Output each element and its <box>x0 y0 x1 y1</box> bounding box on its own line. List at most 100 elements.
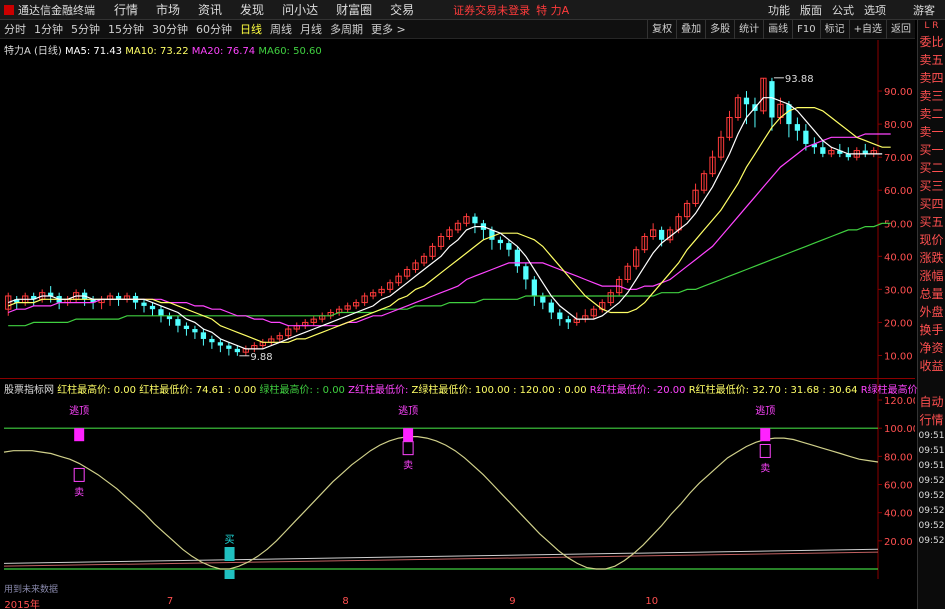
restore-rights-button[interactable]: 复权 <box>647 19 676 39</box>
candle-body-down <box>175 319 181 326</box>
indicator-info-bar: 股票指标网 红柱最高价: 0.00 红柱最低价: 74.61 : 0.00 绿柱… <box>4 381 918 396</box>
period-15min[interactable]: 15分钟 <box>104 21 148 37</box>
candle-body-down <box>820 147 826 154</box>
period-multi[interactable]: 多周期 <box>326 21 367 37</box>
formula-link[interactable]: 公式 <box>827 2 859 18</box>
side-bottom-tab-0[interactable]: 自动 <box>918 393 945 411</box>
date-label-2: 8 <box>342 596 349 607</box>
side-bottom-tab-1[interactable]: 行情 <box>918 411 945 429</box>
period-weekly[interactable]: 周线 <box>266 21 296 37</box>
back-button[interactable]: 返回 <box>886 19 915 39</box>
menu-quotes[interactable]: 行情 <box>105 1 147 18</box>
side-time-6: 09:52 <box>918 521 945 531</box>
draw-line-button[interactable]: 画线 <box>763 19 792 39</box>
overlay-button[interactable]: 叠加 <box>676 19 705 39</box>
layout-link[interactable]: 版面 <box>795 2 827 18</box>
candle-body-down <box>769 81 775 118</box>
options-link[interactable]: 选项 <box>859 2 891 18</box>
side-tab-11[interactable]: 现价 <box>918 231 945 249</box>
indicator-values: 红柱最高价: 0.00 红柱最低价: 74.61 : 0.00 绿柱最高价: :… <box>57 385 918 396</box>
price-chart-canvas[interactable]: 90.00 80.00 70.00 60.00 50.00 40.00 30.00 20.00… <box>0 40 915 378</box>
side-tab-1[interactable]: 卖五 <box>918 51 945 69</box>
menu-ask-assistant[interactable]: 问小达 <box>273 1 327 18</box>
period-more[interactable]: 更多 > <box>367 21 410 37</box>
period-1min[interactable]: 1分钟 <box>30 21 67 37</box>
side-tab-3[interactable]: 卖三 <box>918 87 945 105</box>
indicator-value-3: Z红柱最低价: <box>344 385 409 396</box>
side-time-list: 09:51 09:51 09:51 09:52 09:52 09:52 09:52 09:52 <box>918 429 945 549</box>
price-tick-label: 80.00 <box>884 120 913 131</box>
side-tab-4[interactable]: 卖二 <box>918 105 945 123</box>
mark-button[interactable]: 标记 <box>819 19 849 39</box>
candle-body-down <box>506 243 512 250</box>
menu-discover[interactable]: 发现 <box>231 1 273 18</box>
date-axis: 2015年 7 8 9 10 <box>0 596 915 609</box>
side-tab-8[interactable]: 买三 <box>918 177 945 195</box>
side-tab-18[interactable]: 收益 <box>918 357 945 375</box>
price-chart[interactable]: 90.00 80.00 70.00 60.00 50.00 40.00 30.00 20.00… <box>0 40 915 378</box>
side-time-0: 09:51 <box>918 431 945 441</box>
candle-body-down <box>472 216 478 224</box>
sell-label: 卖 <box>760 462 770 474</box>
indicator-pane[interactable]: 120.00100.0080.0060.0040.0020.00逃顶卖买抄底逃顶… <box>0 379 918 579</box>
candle-body-down <box>226 345 232 349</box>
period-intraday[interactable]: 分时 <box>0 21 30 37</box>
sell-label: 卖 <box>74 486 84 498</box>
side-tab-12[interactable]: 涨跌 <box>918 249 945 267</box>
date-label-1: 7 <box>166 596 174 607</box>
side-time-5: 09:52 <box>918 506 945 516</box>
candle-body-down <box>523 266 529 280</box>
stock-name: 特力A <box>4 46 31 57</box>
ma-info-bar: 特力A (日线) MA5: 71.43 MA10: 73.22 MA20: 76… <box>4 42 322 57</box>
sell-signal-box <box>402 441 414 456</box>
side-tab-6[interactable]: 买一 <box>918 141 945 159</box>
indicator-tick-label: 20.00 <box>884 537 913 548</box>
period-5min[interactable]: 5分钟 <box>67 21 104 37</box>
menu-market[interactable]: 市场 <box>147 1 189 18</box>
statistics-button[interactable]: 统计 <box>734 19 763 39</box>
login-status[interactable]: 证券交易未登录 <box>453 2 530 18</box>
side-tab-15[interactable]: 外盘 <box>918 303 945 321</box>
side-tab-16[interactable]: 换手 <box>918 321 945 339</box>
sell-top-label: 逃顶 <box>398 404 418 417</box>
add-watchlist-button[interactable]: +自选 <box>848 19 886 39</box>
menu-wealth-circle[interactable]: 财富圈 <box>327 1 381 18</box>
f10-button[interactable]: F10 <box>792 19 819 39</box>
side-tab-13[interactable]: 涨幅 <box>918 267 945 285</box>
guest-user[interactable]: 游客 <box>891 2 945 18</box>
side-tab-14[interactable]: 总量 <box>918 285 945 303</box>
side-tab-17[interactable]: 净资 <box>918 339 945 357</box>
low-price-label: 9.88 <box>250 352 272 363</box>
indicator-value-7: R绿柱最高价 <box>857 385 918 396</box>
side-tab-2[interactable]: 卖四 <box>918 69 945 87</box>
side-tab-5[interactable]: 卖一 <box>918 123 945 141</box>
app-title: 通达信金融终端 <box>18 3 95 17</box>
indicator-value-6: R红柱最低价: 32.70 : 31.68 : 30.64 <box>685 385 858 396</box>
indicator-tick-label: 120.00 <box>884 396 915 407</box>
candle-body-down <box>565 319 571 323</box>
period-30min[interactable]: 30分钟 <box>148 21 192 37</box>
indicator-tick-label: 100.00 <box>884 424 915 435</box>
ma5-value: MA5: 71.43 <box>65 46 123 57</box>
sell-label: 卖 <box>403 460 413 472</box>
period-daily[interactable]: 日线 <box>236 21 266 37</box>
ma10-value: MA10: 73.22 <box>125 46 189 57</box>
candle-body-down <box>786 104 792 125</box>
period-toolbar: 分时 1分钟 5分钟 15分钟 30分钟 60分钟 日线 周线 月线 多周期 更… <box>0 19 915 39</box>
period-monthly[interactable]: 月线 <box>296 21 326 37</box>
menu-trade[interactable]: 交易 <box>381 1 423 18</box>
side-tab-7[interactable]: 买二 <box>918 159 945 177</box>
multi-stock-button[interactable]: 多股 <box>705 19 734 39</box>
side-tab-10[interactable]: 买五 <box>918 213 945 231</box>
indicator-value-4: Z绿柱最低价: 100.00 : 120.00 : 0.00 <box>408 385 587 396</box>
period-60min[interactable]: 60分钟 <box>192 21 236 37</box>
side-tab-0[interactable]: 委比 <box>918 33 945 51</box>
indicator-canvas[interactable]: 120.00100.0080.0060.0040.0020.00逃顶卖买抄底逃顶… <box>0 379 915 579</box>
side-lr-label: L R <box>924 21 939 31</box>
menu-news[interactable]: 资讯 <box>189 1 231 18</box>
side-time-2: 09:51 <box>918 461 945 471</box>
price-tick-label: 50.00 <box>884 219 913 230</box>
sell-signal-bar <box>760 428 771 442</box>
side-tab-9[interactable]: 买四 <box>918 195 945 213</box>
function-link[interactable]: 功能 <box>763 2 795 18</box>
